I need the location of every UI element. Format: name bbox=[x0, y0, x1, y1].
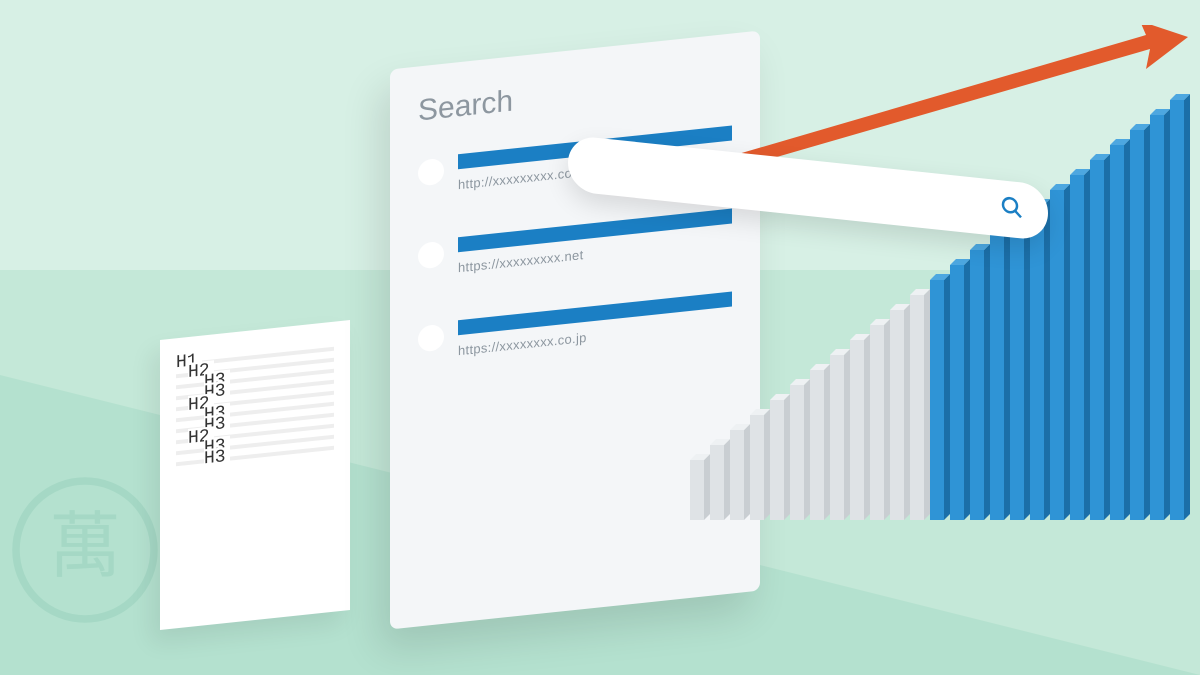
favicon-icon bbox=[418, 158, 444, 187]
favicon-icon bbox=[418, 241, 444, 270]
favicon-icon bbox=[418, 324, 444, 353]
svg-text:萬: 萬 bbox=[49, 507, 121, 587]
search-icon bbox=[1000, 194, 1024, 226]
document-line: H2 bbox=[176, 358, 334, 379]
heading-structure-document: H1H2H3H3H2H3H3H2H3H3 bbox=[160, 320, 350, 630]
brand-seal-watermark: 萬 bbox=[10, 475, 160, 625]
document-line: H2 bbox=[176, 391, 334, 412]
document-line: H2 bbox=[176, 424, 334, 445]
search-result[interactable]: https://xxxxxxxx.co.jp bbox=[418, 291, 732, 362]
heading-label: H3 bbox=[204, 447, 230, 470]
